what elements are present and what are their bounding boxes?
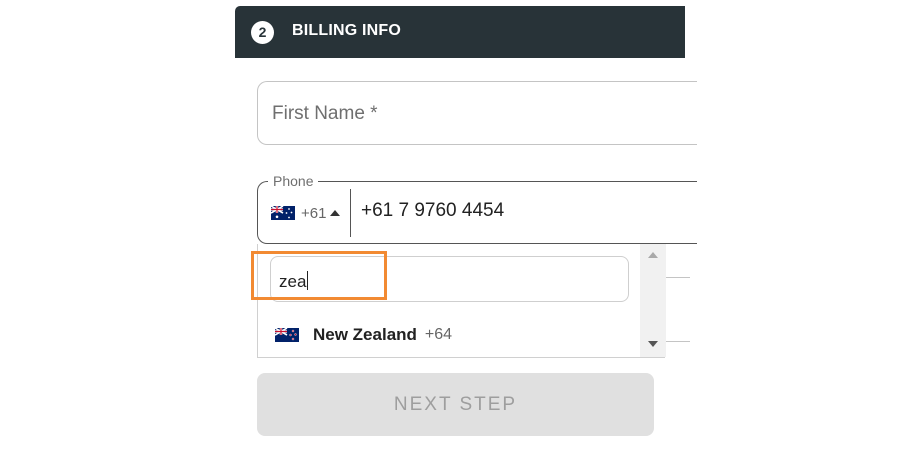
country-name: New Zealand [313,325,417,344]
billing-info-header: 2 BILLING INFO [235,6,685,58]
country-code-selector[interactable]: +61 [271,202,341,224]
country-code: +61 [301,204,327,222]
field-border-fragment [665,341,690,342]
caret-up-icon [330,210,341,216]
new-zealand-flag-icon [275,328,299,342]
divider [350,189,351,237]
first-name-field[interactable]: First Name * [257,81,697,145]
scroll-up-icon[interactable] [648,252,658,258]
search-highlight-box [251,251,387,300]
step-number-badge: 2 [251,21,274,44]
dropdown-scrollbar[interactable] [640,244,666,357]
phone-field[interactable]: Phone +61 +61 7 9760 4454 [257,173,697,244]
field-border-fragment [665,277,690,278]
country-dial-code: +64 [424,326,453,343]
scroll-down-icon[interactable] [648,341,658,347]
section-title: BILLING INFO [292,22,402,39]
phone-number-value[interactable]: +61 7 9760 4454 [361,200,504,222]
phone-label: Phone [268,173,319,189]
country-option-new-zealand[interactable]: New Zealand +64 [275,324,452,346]
australia-flag-icon [271,206,295,220]
first-name-placeholder: First Name * [272,103,378,124]
next-step-button[interactable]: NEXT STEP [257,373,654,436]
